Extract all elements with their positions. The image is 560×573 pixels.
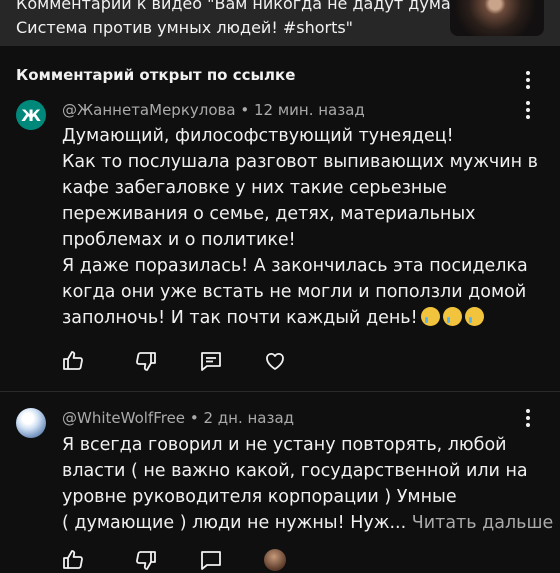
thumbs-up-icon (63, 550, 83, 569)
reply-button[interactable] (198, 348, 224, 374)
author-avatar-heart[interactable] (262, 547, 288, 573)
avatar[interactable]: Ж (16, 100, 46, 130)
comment-time: 12 мин. назад (253, 101, 365, 119)
dislike-button[interactable] (133, 348, 159, 374)
video-title-line-2: Система против умных людей! #shorts" (16, 18, 354, 37)
comment-author[interactable]: @WhiteWolfFree (62, 409, 185, 427)
comment-line: кафе забегаловке у них такие серьезные (62, 178, 447, 198)
comment-meta: @WhiteWolfFree • 2 дн. назад (62, 409, 294, 427)
crying-face-icon (420, 307, 440, 326)
comment-more-vert-icon[interactable] (518, 98, 538, 122)
reply-button[interactable] (198, 547, 224, 573)
heart-icon (266, 352, 284, 370)
crying-face-icon (464, 307, 484, 326)
thumbs-up-icon (63, 351, 83, 370)
creator-avatar-icon (264, 549, 286, 571)
comment-line: Я всегда говорил и не устану повторять, … (62, 435, 507, 455)
video-title-line-1: Комментарий к видео "Вам никогда не даду… (16, 0, 475, 13)
thumbs-down-icon (136, 551, 156, 570)
dislike-button[interactable] (133, 547, 159, 573)
like-button[interactable] (60, 547, 86, 573)
heart-button[interactable] (262, 348, 288, 374)
read-more-link[interactable]: Читать дальше (412, 513, 553, 533)
comment-line: заполночь! И так почти каждый день! (62, 305, 542, 331)
comment-icon (201, 551, 221, 570)
comment-more-vert-icon[interactable] (518, 406, 538, 430)
video-title: Комментарий к видео "Вам никогда не даду… (16, 0, 475, 40)
comment-line: ( думающие ) люди не нужны! Нуж... Читат… (62, 510, 553, 536)
comment-line: переживания о семье, детях, материальных (62, 204, 476, 224)
comment-line: уровне руководителя корпорации ) Умные (62, 487, 457, 507)
comment-line: проблемах и о политике! (62, 230, 296, 250)
comment-divider (0, 391, 560, 392)
section-more-vert-icon[interactable] (518, 68, 538, 92)
comment-line-text: ( думающие ) люди не нужны! Нуж... (62, 513, 407, 533)
comment-meta: @ЖаннетаМеркулова • 12 мин. назад (62, 101, 365, 119)
crying-face-icon (442, 307, 462, 326)
comment-time: 2 дн. назад (203, 409, 295, 427)
video-header[interactable]: Комментарий к видео "Вам никогда не даду… (0, 0, 560, 46)
comment-author[interactable]: @ЖаннетаМеркулова (62, 101, 236, 119)
avatar[interactable] (16, 408, 46, 438)
comment-line: Думающий, философствующий тунеядец! (62, 126, 454, 146)
comment-line: Как то послушала разговот выпивающих муж… (62, 152, 538, 172)
video-thumbnail[interactable] (450, 0, 544, 36)
meta-separator: • (189, 409, 199, 427)
comment-line: власти ( не важно какой, государственной… (62, 461, 528, 481)
comment-icon (201, 352, 221, 371)
section-title: Комментарий открыт по ссылке (16, 66, 296, 84)
avatar-letter: Ж (21, 105, 41, 125)
comment-line: Я даже поразилась! А закончилась эта пос… (62, 256, 528, 276)
comment-body: Думающий, философствующий тунеядец! Как … (62, 123, 542, 331)
thumbs-down-icon (136, 352, 156, 371)
meta-separator: • (240, 101, 250, 119)
comment-line-text: заполночь! И так почти каждый день! (62, 308, 418, 328)
like-button[interactable] (60, 348, 86, 374)
comment-body: Я всегда говорил и не устану повторять, … (62, 432, 553, 536)
comment-line: когда они уже встать не могли и поползли… (62, 282, 527, 302)
